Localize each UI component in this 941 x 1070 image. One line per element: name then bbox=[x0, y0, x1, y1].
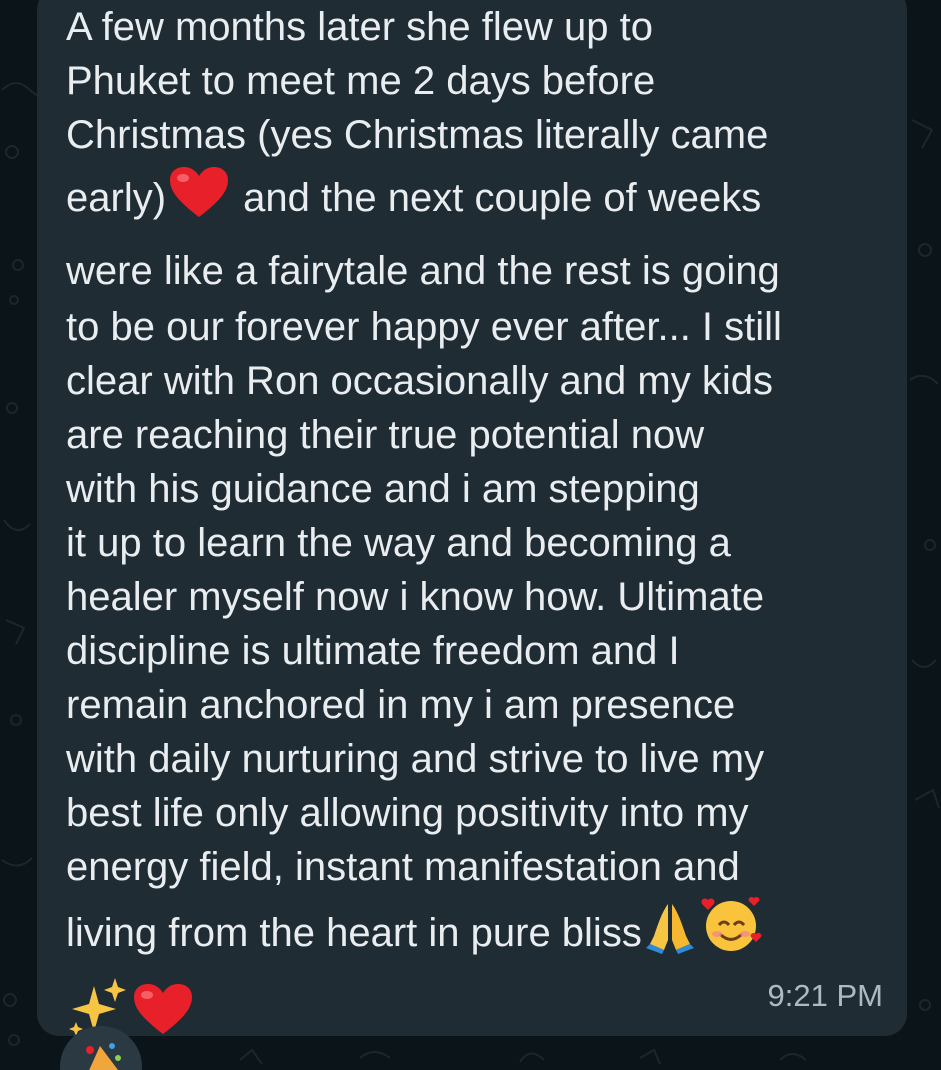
message-line: early) bbox=[66, 176, 167, 220]
message-line: clear with Ron occasionally and my kids bbox=[66, 359, 773, 403]
message-line: Christmas (yes Christmas literally came bbox=[66, 113, 769, 157]
smiling-face-with-hearts-emoji bbox=[700, 894, 762, 976]
message-line: with daily nurturing and strive to live … bbox=[66, 737, 765, 781]
message-line: living from the heart in pure bliss bbox=[66, 911, 642, 955]
message-line: A few months later she flew up to bbox=[66, 5, 653, 49]
message-line: to be our forever happy ever after... I … bbox=[66, 305, 782, 349]
message-line: energy field, instant manifestation and bbox=[66, 845, 740, 889]
message-line: were like a fairytale and the rest is go… bbox=[66, 249, 780, 293]
message-line: it up to learn the way and becoming a bbox=[66, 521, 731, 565]
message-line: and the next couple of weeks bbox=[243, 176, 762, 220]
message-text: A few months later she flew up to Phuket… bbox=[66, 0, 896, 1062]
message-line: healer myself now i know how. Ultimate bbox=[66, 575, 765, 619]
message-line: with his guidance and i am stepping bbox=[66, 467, 700, 511]
message-line: are reaching their true potential now bbox=[66, 413, 705, 457]
message-line-with-emoji: living from the heart in pure bliss bbox=[66, 894, 896, 976]
message-line: remain anchored in my i am presence bbox=[66, 683, 736, 727]
message-line: best life only allowing positivity into … bbox=[66, 791, 749, 835]
folded-hands-emoji bbox=[644, 900, 696, 976]
red-heart-emoji bbox=[132, 982, 194, 1062]
message-line-with-emoji: early) and the next couple of weeks bbox=[66, 162, 896, 242]
message-bubble[interactable]: A few months later she flew up to Phuket… bbox=[37, 0, 907, 1036]
message-line: discipline is ultimate freedom and I bbox=[66, 629, 680, 673]
red-heart-emoji bbox=[168, 165, 230, 242]
message-timestamp: 9:21 PM bbox=[767, 978, 883, 1013]
message-line: Phuket to meet me 2 days before bbox=[66, 59, 656, 103]
